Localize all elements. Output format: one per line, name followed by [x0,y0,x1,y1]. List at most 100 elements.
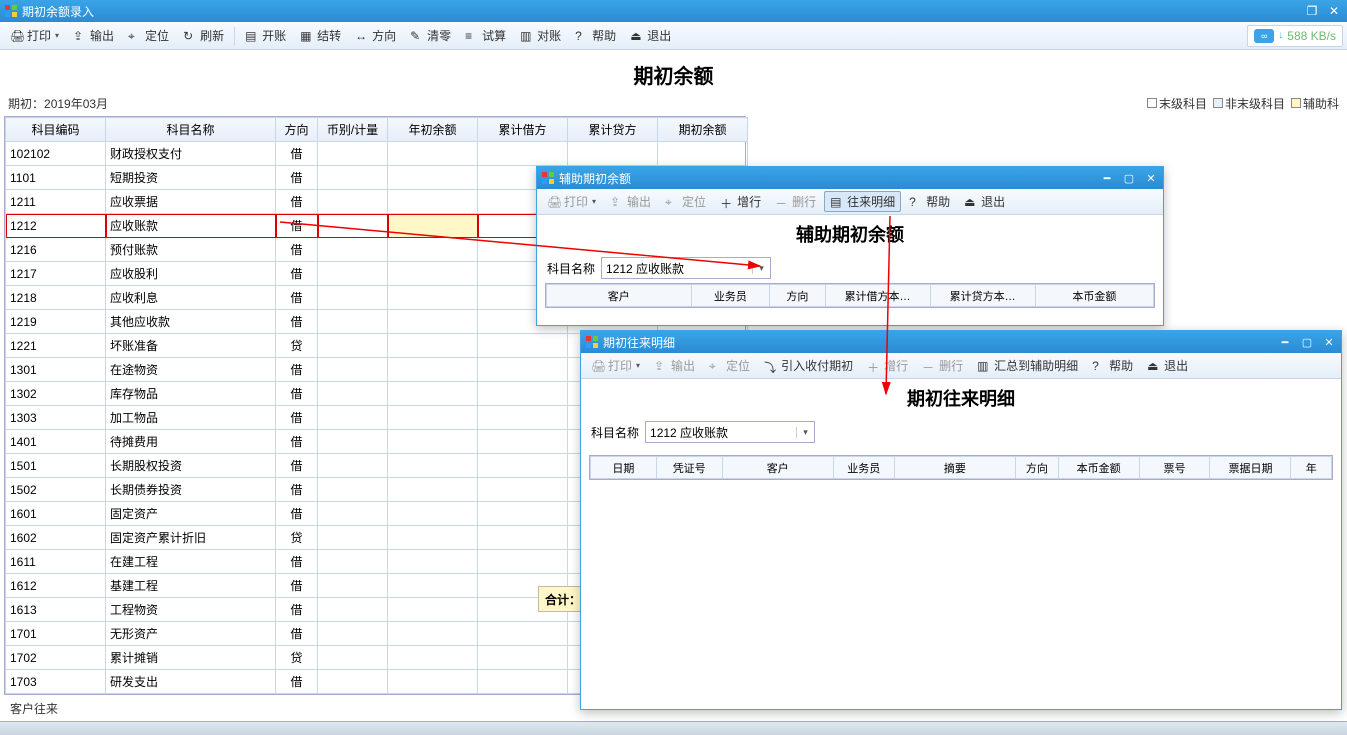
refresh-button[interactable]: ↻刷新 [177,25,230,46]
popup2-page-title: 期初往来明细 [581,379,1341,417]
details-button[interactable]: ▤往来明细 [824,191,901,212]
popup1-toolbar: 🖨打印▾ ⇪输出 ⌖定位 ＋增行 －删行 ▤往来明细 ?帮助 ⏏退出 [537,189,1163,215]
column-header[interactable]: 科目编码 [6,118,106,142]
column-header[interactable]: 摘要 [894,457,1015,479]
popup-aux-balance: 辅助期初余额 ━ ▢ ✕ 🖨打印▾ ⇪输出 ⌖定位 ＋增行 －删行 ▤往来明细 … [536,166,1164,326]
chevron-down-icon[interactable]: ▾ [796,427,814,438]
import-button[interactable]: ⤵引入收付期初 [758,355,859,376]
period-label: 期初：2019年03月 [8,95,108,112]
column-header[interactable]: 凭证号 [656,457,722,479]
column-header[interactable]: 客户 [722,457,833,479]
minimize-icon[interactable]: ━ [1099,171,1115,185]
column-header[interactable]: 累计贷方本… [930,285,1035,307]
app-icon [541,171,555,185]
trial-icon: ≡ [465,29,479,43]
column-header[interactable]: 累计贷方 [568,118,658,142]
column-header[interactable]: 本币金额 [1058,457,1139,479]
period-row: 期初：2019年03月 末级科目 非末级科目 辅助科 [0,95,1347,116]
column-header[interactable]: 本币金额 [1035,285,1153,307]
open-button[interactable]: ▤开账 [239,25,292,46]
trial-button[interactable]: ≡试算 [459,25,512,46]
column-header[interactable]: 年 [1291,457,1332,479]
popup2-subject-input[interactable] [646,422,796,442]
export-button[interactable]: ⇪输出 [648,355,701,376]
popup2-toolbar: 🖨打印▾ ⇪输出 ⌖定位 ⤵引入收付期初 ＋增行 －删行 ▥汇总到辅助明细 ?帮… [581,353,1341,379]
cloud-icon: ∞ [1254,29,1274,43]
direction-button[interactable]: ↔方向 [349,25,402,46]
addrow-button[interactable]: ＋增行 [714,191,767,212]
export-button[interactable]: ⇪输出 [604,191,657,212]
addrow-button[interactable]: ＋增行 [861,355,914,376]
help-button[interactable]: ?帮助 [569,25,622,46]
column-header[interactable]: 方向 [276,118,318,142]
locate-button[interactable]: ⌖定位 [703,355,756,376]
column-header[interactable]: 累计借方本… [825,285,930,307]
table-row[interactable]: 102102财政授权支付借 [6,142,748,166]
column-header[interactable]: 科目名称 [106,118,276,142]
main-titlebar: 期初余额录入 ❐ ✕ [0,0,1347,22]
refresh-icon: ↻ [183,29,197,43]
main-toolbar: 🖨打印▾ ⇪输出 ⌖定位 ↻刷新 ▤开账 ▦结转 ↔方向 ✎清零 ≡试算 ▥对账… [0,22,1347,50]
clear-button[interactable]: ✎清零 [404,25,457,46]
settle-button[interactable]: ▦结转 [294,25,347,46]
column-header[interactable]: 期初余额 [658,118,748,142]
popup1-field-label: 科目名称 [547,260,595,277]
help-button[interactable]: ?帮助 [903,191,956,212]
chevron-down-icon[interactable]: ▾ [752,263,770,274]
download-icon: ↓ [1278,30,1283,41]
popup-txn-detail: 期初往来明细 ━ ▢ ✕ 🖨打印▾ ⇪输出 ⌖定位 ⤵引入收付期初 ＋增行 －删… [580,330,1342,710]
exit-icon: ⏏ [630,29,644,43]
column-header[interactable]: 日期 [591,457,657,479]
clear-icon: ✎ [410,29,424,43]
popup2-titlebar[interactable]: 期初往来明细 ━ ▢ ✕ [581,331,1341,353]
maximize-icon[interactable]: ▢ [1121,171,1137,185]
column-header[interactable]: 票号 [1139,457,1210,479]
close-icon[interactable]: ✕ [1143,171,1159,185]
maximize-icon[interactable]: ▢ [1299,335,1315,349]
locate-icon: ⌖ [128,29,142,43]
app-icon [585,335,599,349]
popup1-subject-combo[interactable]: ▾ [601,257,771,279]
column-header[interactable]: 客户 [547,285,692,307]
page-title: 期初余额 [0,50,1347,95]
column-header[interactable]: 累计借方 [478,118,568,142]
popup1-title: 辅助期初余额 [559,170,631,187]
column-header[interactable]: 年初余额 [388,118,478,142]
popup1-subject-input[interactable] [602,258,752,278]
help-button[interactable]: ?帮助 [1086,355,1139,376]
direction-icon: ↔ [355,29,369,43]
close-icon[interactable]: ✕ [1325,4,1343,18]
minimize-icon[interactable]: ━ [1277,335,1293,349]
delrow-button[interactable]: －删行 [916,355,969,376]
book-icon: ▤ [245,29,259,43]
popup2-grid[interactable]: 日期凭证号客户业务员摘要方向本币金额票号票据日期年 [589,455,1333,480]
exit-button[interactable]: ⏏退出 [958,191,1011,212]
status-bar: 客户往来 [4,698,64,719]
popup1-titlebar[interactable]: 辅助期初余额 ━ ▢ ✕ [537,167,1163,189]
column-header[interactable]: 业务员 [691,285,770,307]
recon-button[interactable]: ▥对账 [514,25,567,46]
exit-button[interactable]: ⏏退出 [624,25,677,46]
popup2-subject-combo[interactable]: ▾ [645,421,815,443]
print-button[interactable]: 🖨打印▾ [4,25,65,46]
export-icon: ⇪ [73,29,87,43]
close-icon[interactable]: ✕ [1321,335,1337,349]
printer-icon: 🖨 [10,29,24,43]
locate-button[interactable]: ⌖定位 [659,191,712,212]
popup1-grid[interactable]: 客户业务员方向累计借方本…累计贷方本…本币金额 [545,283,1155,308]
print-button[interactable]: 🖨打印▾ [585,355,646,376]
export-button[interactable]: ⇪输出 [67,25,120,46]
column-header[interactable]: 方向 [1016,457,1059,479]
column-header[interactable]: 业务员 [833,457,894,479]
main-title: 期初余额录入 [22,3,94,20]
print-button[interactable]: 🖨打印▾ [541,191,602,212]
delrow-button[interactable]: －删行 [769,191,822,212]
exit-button[interactable]: ⏏退出 [1141,355,1194,376]
column-header[interactable]: 方向 [770,285,825,307]
column-header[interactable]: 币别/计量 [318,118,388,142]
locate-button[interactable]: ⌖定位 [122,25,175,46]
restore-icon[interactable]: ❐ [1303,4,1321,18]
recon-icon: ▥ [520,29,534,43]
summary-button[interactable]: ▥汇总到辅助明细 [971,355,1084,376]
column-header[interactable]: 票据日期 [1210,457,1291,479]
